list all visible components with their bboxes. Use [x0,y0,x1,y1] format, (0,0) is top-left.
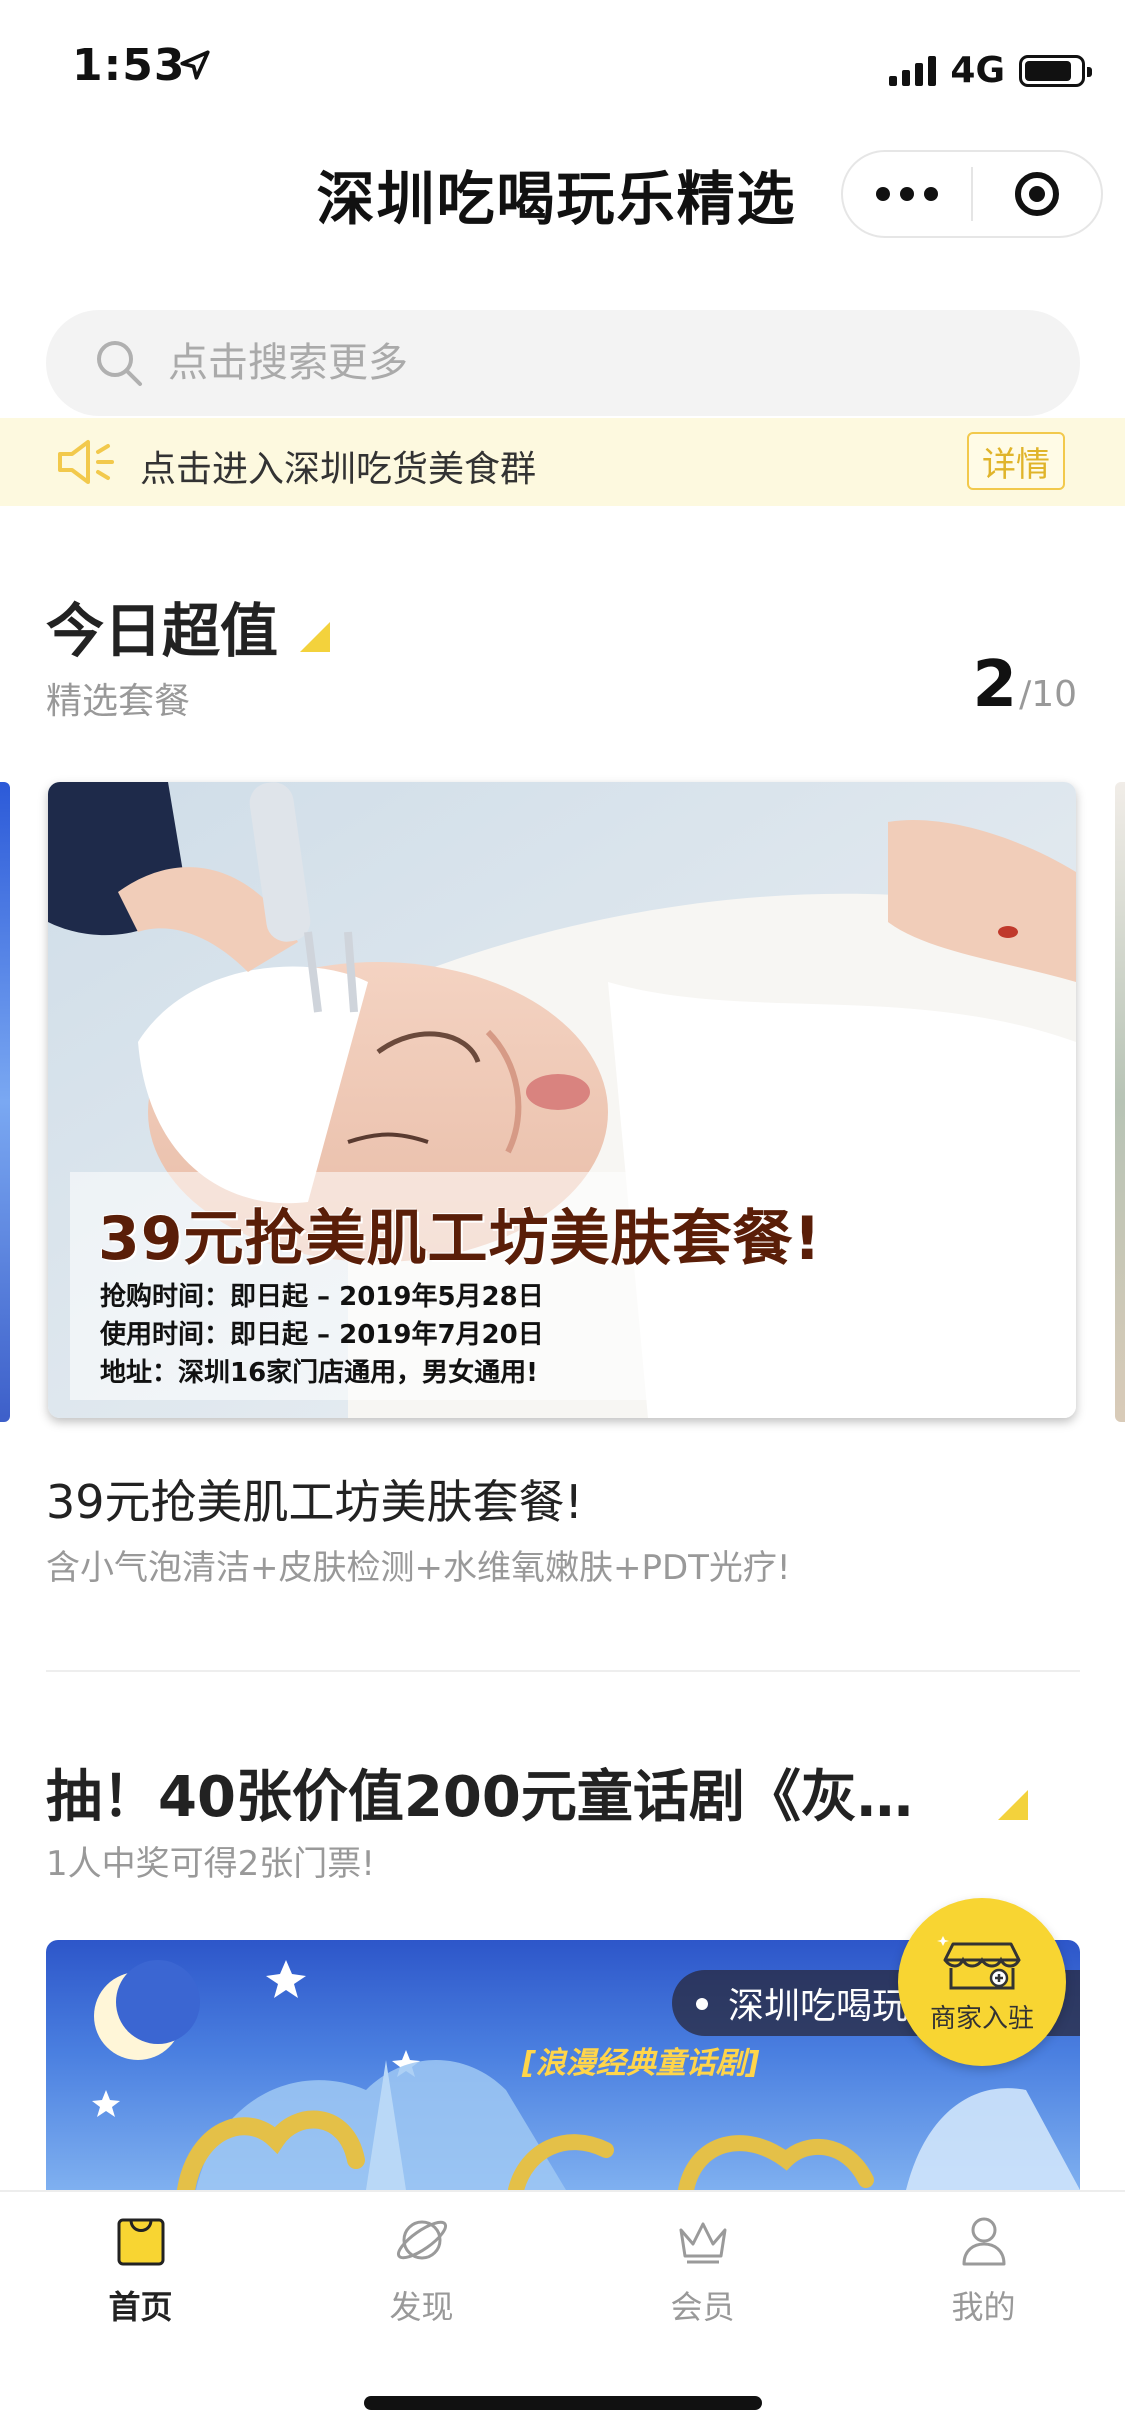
image-line-purchase: 抢购时间：即日起 – 2019年5月28日 [100,1282,544,1312]
tab-member[interactable]: 会员 [562,2192,843,2352]
more-dots-icon[interactable] [843,152,971,236]
deal-card-description: 含小气泡清洁+皮肤检测+水维氧嫩肤+PDT光疗! [46,1548,791,1588]
tab-home[interactable]: 首页 [0,2192,281,2352]
corner-triangle-icon [300,622,330,652]
tab-mine-label: 我的 [951,2288,1016,2326]
search-input[interactable] [166,339,970,387]
deal-card-title[interactable]: 39元抢美肌工坊美肤套餐! [46,1466,583,1532]
home-indicator[interactable] [364,2396,762,2410]
close-target-icon[interactable] [973,152,1101,236]
notice-text: 点击进入深圳吃货美食群 [140,449,537,490]
speaker-icon [58,440,114,484]
mini-program-capsule [841,150,1103,238]
section-title-deals: 今日超值 [46,597,279,665]
status-time: 1:53 [72,40,186,91]
carousel-counter: 2 /10 [973,648,1077,722]
deal-card-image[interactable]: 39元抢美肌工坊美肤套餐! 抢购时间：即日起 – 2019年5月28日 使用时间… [48,782,1076,1418]
search-icon [97,341,142,386]
tab-discover[interactable]: 发现 [281,2192,562,2352]
planet-icon [396,2220,447,2260]
signal-icon [889,55,937,86]
status-indicators: 4G [889,50,1092,91]
tab-home-label: 首页 [108,2288,173,2326]
tab-discover-label: 发现 [389,2288,454,2326]
corner-triangle-icon [998,1790,1028,1820]
status-bar: 1:53 4G [0,0,1125,140]
image-text-overlay: 39元抢美肌工坊美肤套餐! 抢购时间：即日起 – 2019年5月28日 使用时间… [70,1172,960,1400]
counter-current: 2 [972,648,1018,722]
section-title-lottery[interactable]: 抽！40张价值200元童话剧《灰… [46,1752,913,1833]
carousel-prev-card[interactable] [0,782,10,1422]
notice-bar[interactable]: 点击进入深圳吃货美食群 详情 [0,418,1125,506]
search-bar[interactable] [46,310,1080,416]
location-arrow-icon [180,50,210,80]
section-subtitle-lottery: 1人中奖可得2张门票! [46,1844,375,1884]
section-subtitle-deals: 精选套餐 [46,681,191,722]
merchant-join-button[interactable]: 商家入驻 [898,1898,1066,2066]
storefront-icon [937,1935,1021,1989]
image-line-address: 地址：深圳16家门店通用，男女通用! [100,1358,539,1388]
merchant-join-label: 商家入驻 [929,2003,1034,2034]
banner-subtitle: [浪漫经典童话剧] [522,2046,760,2081]
tab-mine[interactable]: 我的 [843,2192,1124,2352]
battery-icon [1019,54,1092,87]
tab-member-label: 会员 [670,2288,735,2326]
counter-total: /10 [1019,674,1077,715]
section-divider [46,1670,1080,1672]
network-type: 4G [950,50,1005,91]
image-line-usage: 使用时间：即日起 – 2019年7月20日 [100,1320,544,1350]
home-bag-icon [117,2218,164,2266]
user-icon [962,2217,1005,2266]
image-title: 39元抢美肌工坊美肤套餐! [98,1204,822,1274]
crown-icon [679,2222,726,2264]
carousel-next-card[interactable] [1115,782,1125,1422]
notice-detail-button[interactable]: 详情 [967,432,1065,490]
